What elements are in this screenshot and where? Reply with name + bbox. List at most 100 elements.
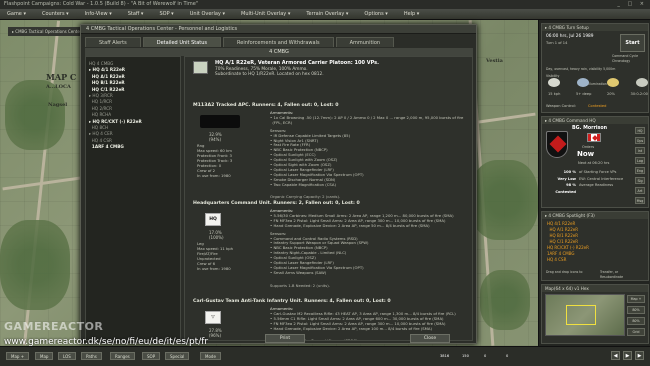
dialog-title: 4 CMBG Tactical Operations Center - Pers… <box>81 25 476 34</box>
section-title: Carl-Gustav Team Anti-Tank Infantry Unit… <box>193 299 391 304</box>
map-label: A...LOCA <box>46 84 71 90</box>
toolbar-button[interactable]: Special <box>165 352 190 360</box>
menu-item[interactable]: Multi-Unit Overlay ▾ <box>234 9 299 19</box>
menu-item[interactable]: Terrain Overlay ▾ <box>299 9 357 19</box>
hq-status-key: Average Readiness <box>579 183 614 187</box>
minimap-viewport[interactable] <box>566 305 596 325</box>
dialog-tabs: Staff Alerts Detailed Unit Status Reinforc… <box>85 37 396 47</box>
previous-icon[interactable]: ◀ <box>611 351 620 360</box>
turn-setup-header: ▸ 4 CMBG Turn Setup <box>542 24 648 31</box>
window-controls[interactable]: _ □ × <box>617 0 647 9</box>
armament-list: Armaments: • 5.56/30 Carbines: Medium Sma… <box>270 208 465 276</box>
toolbar-button[interactable]: Map + <box>6 352 30 360</box>
menu-item[interactable]: Info-View ▾ <box>78 9 121 19</box>
spotlight-item[interactable]: HQ 4 CSR <box>542 257 648 263</box>
stat-line: In use from: 1980 <box>197 266 231 271</box>
tree-node[interactable]: 1ARF 4 CMBG <box>89 144 177 150</box>
menu-item[interactable]: Staff ▾ <box>121 9 153 19</box>
weather-values: 15 kph 5+ deep 20% 30:0-2:00 <box>548 92 648 96</box>
watermark-url: www.gamereactor.dk/se/no/fi/eu/de/it/es/… <box>4 337 209 347</box>
hq-staff-button[interactable]: Ops <box>635 137 645 144</box>
orders-next: Next at 06:20 hrs <box>578 161 610 165</box>
armament-line: • 1x Cal Browning .50 (12.7mm): 2 AP 0 /… <box>270 114 464 120</box>
minimap-zoom-button[interactable]: Map + <box>627 295 645 303</box>
map-window-tab[interactable]: ▸ CMBG Tactical Operations Center <box>8 27 88 36</box>
menu-item[interactable]: Game ▾ <box>0 9 35 19</box>
minimap-zoom-button[interactable]: 80% <box>627 306 645 314</box>
hq-staff-button[interactable]: Int <box>635 147 645 154</box>
hq-staff-button[interactable]: Eng <box>635 167 645 174</box>
operations-center-dialog: 4 CMBG Tactical Operations Center - Pers… <box>80 24 477 344</box>
hq-staff-button[interactable]: Art <box>635 187 645 194</box>
close-button[interactable]: Close <box>410 334 450 343</box>
toolbar-button[interactable]: Paths <box>81 352 102 360</box>
menu-item[interactable]: SOP ▾ <box>152 9 182 19</box>
hq-staff-button[interactable]: Sig <box>635 177 645 184</box>
unit-header: 4 CMBG <box>85 48 473 56</box>
toolbar-button[interactable]: Ranges <box>110 352 135 360</box>
command-cycle-label: Command Cycle <box>612 54 639 58</box>
hq-staff-button[interactable]: Log <box>635 157 645 164</box>
hq-shield-icon <box>546 131 568 158</box>
weather-icons <box>548 78 648 87</box>
menu-item[interactable]: Help ▾ <box>397 9 429 19</box>
map-forest <box>5 80 65 150</box>
dialog-tab[interactable]: Detailed Unit Status <box>142 37 222 47</box>
command-hq-panel: ▸ 4 CMBG Command HQ BG. Morrison Orders … <box>541 116 649 208</box>
toolbar-button[interactable]: Map <box>35 352 54 360</box>
hq-status-row: Contested <box>546 189 634 196</box>
toolbar-button[interactable]: LOS <box>58 352 76 360</box>
orders-now: Now <box>577 150 595 158</box>
watermark-logo: GAMEREACTOR <box>4 320 104 333</box>
legend-text: Resubordinate <box>600 275 624 279</box>
unit-percentage: (94%) <box>209 137 222 142</box>
start-turn-button[interactable]: Start <box>620 34 645 52</box>
dialog-tab[interactable]: Staff Alerts <box>85 37 141 47</box>
weather-value: 15 kph <box>548 92 561 96</box>
menu-item[interactable]: Counters ▾ <box>35 9 78 19</box>
minimap-panel: Map(64 x 64) v1 Hex Map + 80% 80% Grid <box>541 284 649 344</box>
stat-line: In use from: 1980 <box>197 173 231 178</box>
armament-list: Armaments: • 1x Cal Browning .50 (12.7mm)… <box>270 110 465 188</box>
weather-value: 5+ deep <box>575 92 592 96</box>
legend-text: Transfer, or <box>600 270 619 274</box>
play-icon[interactable]: ▶ <box>623 351 632 360</box>
section-meta: Organic Carrying Capacity: 2 (cards). <box>270 194 341 200</box>
unit-card: HQ A/1 R22eR, Veteran Armored Carrier Pl… <box>193 60 463 87</box>
formation-icon <box>193 61 208 74</box>
wind-icon <box>635 78 648 87</box>
command-hq-header: ▸ 4 CMBG Command HQ <box>542 117 648 124</box>
turn-controls: ◀ ▶ ▶ <box>611 351 644 360</box>
menu-item[interactable]: Unit Overlay ▾ <box>183 9 234 19</box>
dialog-tab[interactable]: Reinforcements and Withdrawals <box>223 37 334 47</box>
canada-flag-icon <box>587 133 601 142</box>
hq-staff-button[interactable]: HQ <box>635 127 645 134</box>
section-title: Headquarters Command Unit. Runners: 2, F… <box>193 201 360 206</box>
map-forest <box>0 220 70 310</box>
toolbar-value: 0 <box>506 354 509 358</box>
minimap-zoom-button[interactable]: Grid <box>627 328 645 336</box>
print-button[interactable]: Print <box>265 334 305 343</box>
next-icon[interactable]: ▶ <box>635 351 644 360</box>
hq-status-value: Contested <box>555 189 576 194</box>
section-meta: Supports 1-B Needed: 2 (units). <box>270 282 330 288</box>
vehicle-silhouette-icon <box>200 115 240 128</box>
map-forest <box>470 160 538 240</box>
minimap[interactable] <box>545 294 625 336</box>
menu-item[interactable]: Options ▾ <box>357 9 396 19</box>
hq-staff-button[interactable]: Msg <box>635 197 645 204</box>
sun-icon <box>606 78 619 87</box>
command-cycle-value: Chronology <box>612 59 631 63</box>
window-titlebar: Flashpoint Campaigns: Cold War - 1.0.5 (… <box>0 0 650 9</box>
toolbar-value: 0 <box>484 354 487 358</box>
toolbar-button[interactable]: Mode <box>200 352 221 360</box>
window-title: Flashpoint Campaigns: Cold War - 1.0.5 (… <box>4 1 199 7</box>
unit-stats: LegMax speed: 11 kphFire/AT/FireUnprotec… <box>197 241 259 271</box>
dialog-tab[interactable]: Ammunition <box>335 37 395 47</box>
toolbar-button[interactable]: SOP <box>142 352 161 360</box>
minimap-zoom-button[interactable]: 80% <box>627 317 645 325</box>
turn-counter: Turn 1 of 14 <box>546 41 568 45</box>
turn-datetime: 06:00 hrs, Jul 26 1989 <box>546 34 594 39</box>
unit-percentage: (96%) <box>209 333 222 338</box>
right-panel: ▸ 4 CMBG Turn Setup 06:00 hrs, Jul 26 19… <box>538 20 650 346</box>
